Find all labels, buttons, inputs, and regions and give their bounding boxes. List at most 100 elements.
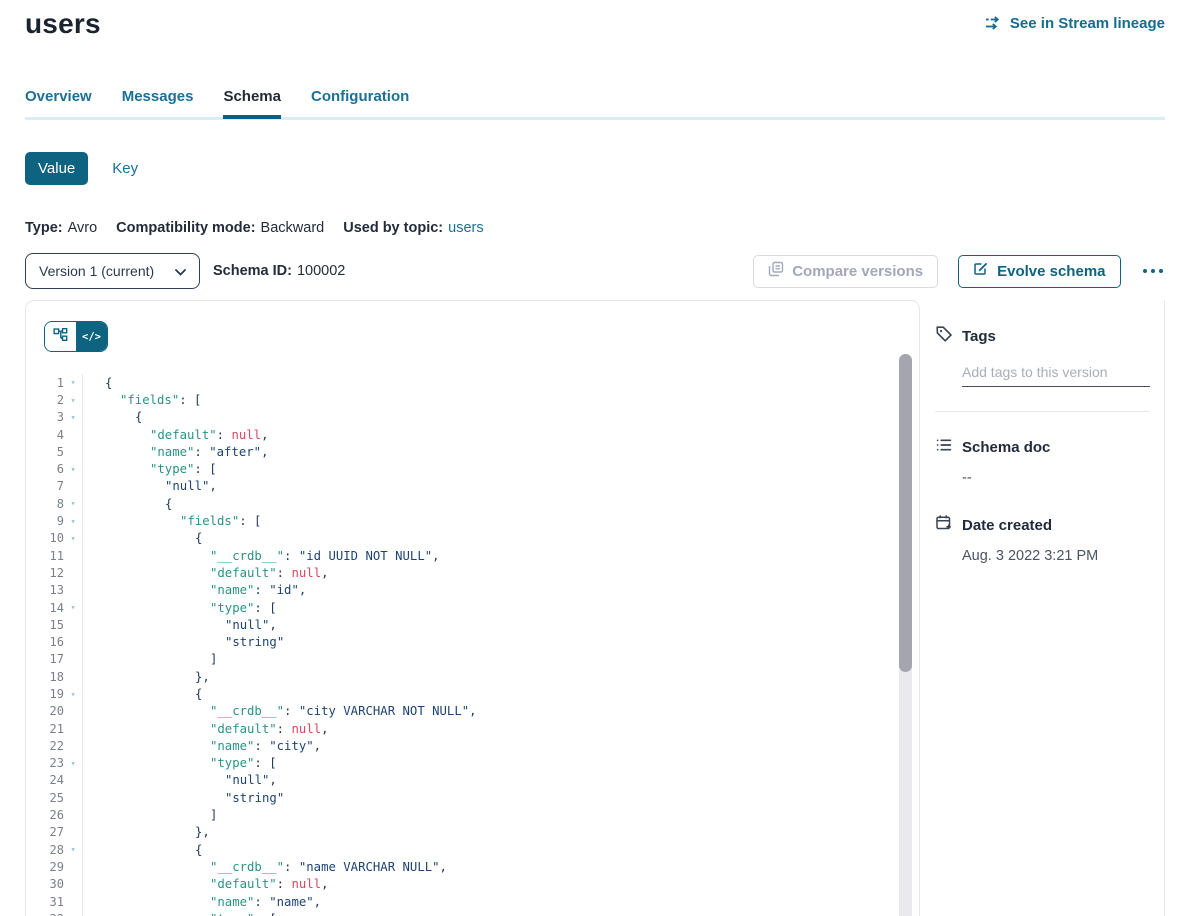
line-number: 31 [26,895,64,909]
tabs-underline-track [25,117,1165,120]
fold-spacer [64,728,82,730]
code-line: 20 "__crdb__": "city VARCHAR NOT NULL", [26,703,919,720]
line-number: 20 [26,704,64,718]
tab-configuration[interactable]: Configuration [311,88,409,118]
fold-spacer [64,883,82,885]
line-number: 21 [26,722,64,736]
schema-id-value: 100002 [297,263,345,279]
line-number: 25 [26,791,64,805]
fold-toggle-icon[interactable]: ▾ [64,464,82,475]
code-view-toggle-button[interactable]: </> [76,322,107,351]
fold-toggle-icon[interactable]: ▾ [64,758,82,769]
code-text: "__crdb__": "name VARCHAR NULL", [83,860,447,874]
code-text: "default": null, [83,566,328,580]
tree-view-toggle-button[interactable] [45,322,76,351]
fold-toggle-icon[interactable]: ▾ [64,533,82,544]
line-number: 11 [26,549,64,563]
line-number: 16 [26,635,64,649]
tags-input[interactable] [962,362,1150,387]
fold-spacer [64,658,82,660]
line-number: 28 [26,843,64,857]
line-number: 5 [26,445,64,459]
line-number: 29 [26,860,64,874]
stream-lineage-link[interactable]: See in Stream lineage [984,14,1165,32]
code-line: 32▾"type": [ [26,910,919,916]
compare-versions-button[interactable]: Compare versions [753,255,938,288]
version-select[interactable]: Version 1 (current) [25,253,200,289]
code-text: "name": "after", [83,445,268,459]
code-line: 30"default": null, [26,876,919,893]
code-line: 7"null", [26,478,919,495]
fold-toggle-icon[interactable]: ▾ [64,516,82,527]
code-line: 18}, [26,668,919,685]
line-number: 23 [26,756,64,770]
code-line: 1▾{ [26,374,919,391]
value-toggle-button[interactable]: Value [25,152,88,185]
code-text: }, [83,670,210,684]
fold-spacer [64,745,82,747]
code-line: 11"__crdb__": "id UUID NOT NULL", [26,547,919,564]
sidebar-divider [935,411,1150,412]
line-number: 18 [26,670,64,684]
editor-scrollbar-track[interactable] [899,354,912,916]
code-text: "string" [83,635,284,649]
code-text: ] [83,652,217,666]
code-text: { [83,376,112,390]
fold-toggle-icon[interactable]: ▾ [64,412,82,423]
code-line: 13"name": "id", [26,582,919,599]
code-text: "default": null, [83,877,328,891]
editor-scrollbar-thumb[interactable] [899,354,912,672]
code-line: 23▾"type": [ [26,755,919,772]
fold-spacer [64,485,82,487]
fold-spacer [64,676,82,678]
code-text: { [83,497,172,511]
evolve-schema-button[interactable]: Evolve schema [958,255,1120,288]
schema-value-key-toggle: Value Key [25,152,138,185]
evolve-schema-label: Evolve schema [997,263,1105,280]
tab-schema[interactable]: Schema [223,88,281,118]
schema-id-label: Schema ID: [213,263,292,279]
code-line: 5 "name": "after", [26,443,919,460]
tree-view-icon [53,327,68,347]
code-line: 26] [26,806,919,823]
code-text: "__crdb__": "city VARCHAR NOT NULL", [83,704,477,718]
line-number: 1 [26,376,64,390]
fold-spacer [64,779,82,781]
date-created-title: Date created [962,517,1052,534]
compatibility-label: Compatibility mode: [116,220,255,236]
schema-doc-value: -- [962,470,1164,486]
code-line: 24"null", [26,772,919,789]
fold-spacer [64,641,82,643]
used-by-topic-label: Used by topic: [343,220,443,236]
list-icon [935,436,953,459]
fold-toggle-icon[interactable]: ▾ [64,689,82,700]
fold-toggle-icon[interactable]: ▾ [64,498,82,509]
fold-spacer [64,624,82,626]
code-line: 4"default": null, [26,426,919,443]
fold-toggle-icon[interactable]: ▾ [64,602,82,613]
code-text: ] [83,808,217,822]
tab-messages[interactable]: Messages [122,88,194,118]
used-by-topic-link[interactable]: users [448,220,483,236]
line-number: 12 [26,566,64,580]
line-number: 22 [26,739,64,753]
code-text: "name": "city", [83,739,321,753]
code-line: 17] [26,651,919,668]
version-bar: Version 1 (current) Schema ID: 100002 Co… [25,253,1165,289]
fold-spacer [64,572,82,574]
more-options-button[interactable] [1141,265,1166,278]
key-toggle-button[interactable]: Key [112,160,138,177]
code-line: 14▾"type": [ [26,599,919,616]
fold-spacer [64,866,82,868]
tab-overview[interactable]: Overview [25,88,92,118]
date-created-value: Aug. 3 2022 3:21 PM [962,548,1164,564]
fold-toggle-icon[interactable]: ▾ [64,395,82,406]
code-text: "fields": [ [83,514,261,528]
fold-toggle-icon[interactable]: ▾ [64,377,82,388]
fold-spacer [64,831,82,833]
topic-tabs: Overview Messages Schema Configuration [25,88,1165,120]
fold-toggle-icon[interactable]: ▾ [64,844,82,855]
code-text: }, [83,825,210,839]
line-number: 17 [26,652,64,666]
fold-spacer [64,814,82,816]
